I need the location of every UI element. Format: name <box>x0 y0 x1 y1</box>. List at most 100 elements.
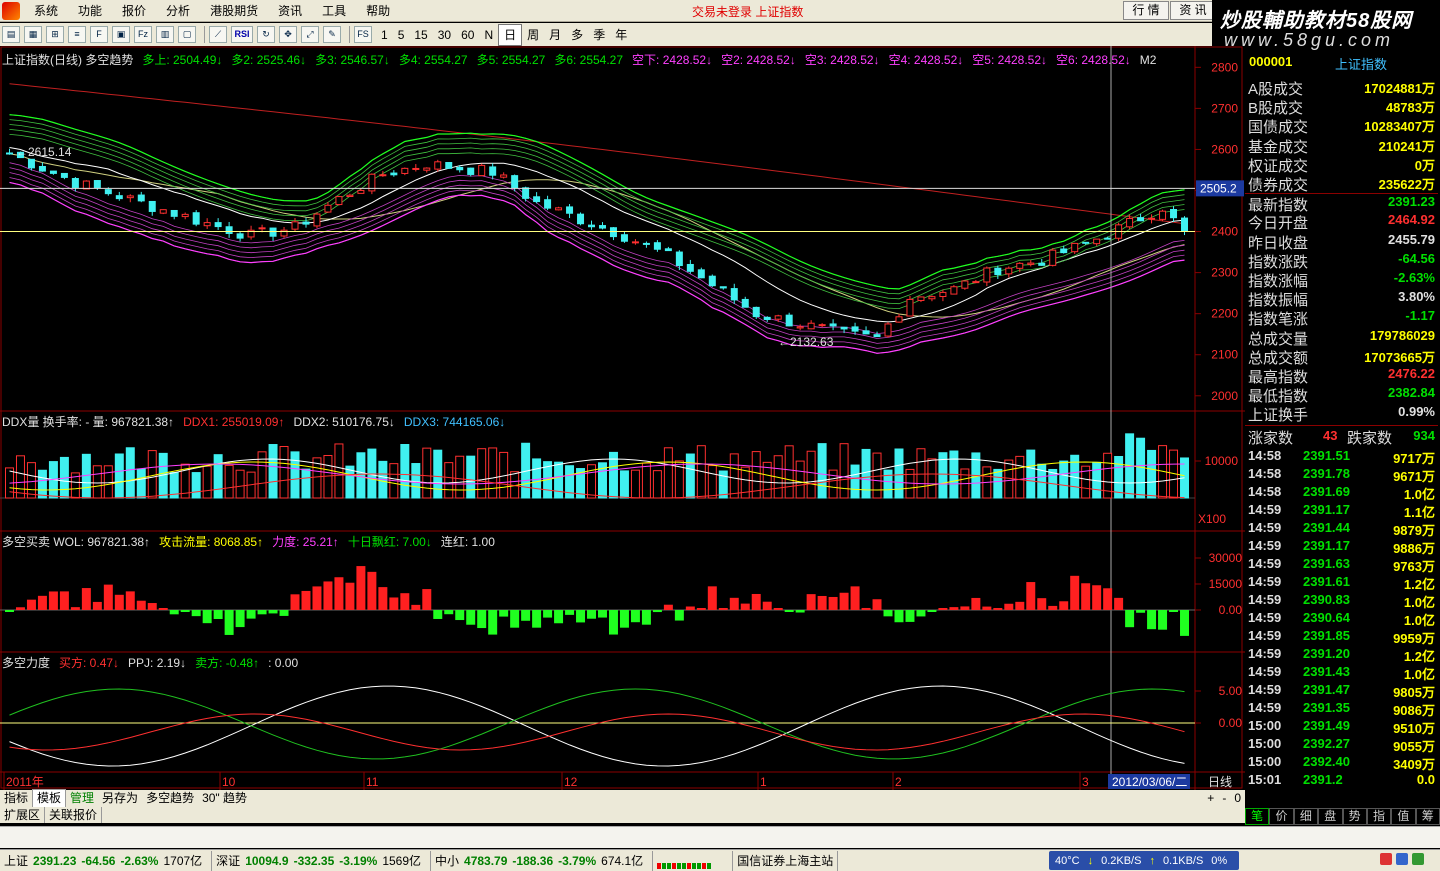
trend-icon[interactable]: ⟋ <box>209 26 227 43</box>
tab-related-quote[interactable]: 关联报价 <box>45 807 103 823</box>
header-item: 空3: 2428.52↓ <box>804 53 880 67</box>
trade-icon[interactable] <box>1412 853 1424 865</box>
y-tick-label: 2400 <box>1211 225 1238 239</box>
ddx-bar <box>290 451 300 499</box>
period-year[interactable]: 年 <box>610 25 632 45</box>
quote-tab[interactable]: 值 <box>1391 808 1416 825</box>
header-item: 空4: 2428.52↓ <box>888 53 964 67</box>
tab-quotes[interactable]: 行 情 <box>1123 1 1169 20</box>
stat-value: 235622万 <box>1378 177 1435 192</box>
ticker-chg: -188.36 <box>512 853 554 868</box>
stat-row: 今日开盘 2464.92 <box>1245 212 1438 232</box>
period-month[interactable]: 月 <box>544 25 566 45</box>
candle-body <box>291 221 299 230</box>
stat-row: B股成交 48783万 <box>1245 97 1438 117</box>
stat-value: -1.17 <box>1405 308 1435 324</box>
menu-info[interactable]: 资讯 <box>268 0 312 22</box>
menu-system[interactable]: 系统 <box>24 0 68 22</box>
menu-analysis[interactable]: 分析 <box>156 0 200 22</box>
period-day[interactable]: 日 <box>498 23 523 46</box>
tick-volume: 3409万 <box>1393 757 1435 772</box>
ddx-bar <box>268 444 278 499</box>
period-5[interactable]: 5 <box>393 25 410 45</box>
period-n[interactable]: N <box>479 25 498 45</box>
quote-tab[interactable]: 细 <box>1293 808 1319 825</box>
buysell-bar <box>1004 603 1014 610</box>
tab-extension[interactable]: 扩展区 <box>0 807 46 823</box>
refresh-icon[interactable]: ↻ <box>257 26 275 43</box>
buysell-bar <box>422 589 432 610</box>
reset-button[interactable]: 0 <box>1230 790 1245 807</box>
zoom-out-button[interactable]: - <box>1218 790 1230 807</box>
list-icon[interactable]: ≡ <box>68 26 86 43</box>
menu-function[interactable]: 功能 <box>68 0 112 22</box>
stat-value: 179786029 <box>1369 327 1435 343</box>
quote-tab[interactable]: 势 <box>1342 808 1367 825</box>
ddx-bar <box>784 445 794 499</box>
tab-save-as[interactable]: 另存为 <box>98 790 142 807</box>
ddx-bar <box>202 465 212 499</box>
tick-time: 14:58 <box>1248 448 1282 463</box>
tick-volume: 1.0亿 <box>1403 595 1435 610</box>
header-item: 空5: 2428.52↓ <box>972 53 1048 67</box>
tab-indicator[interactable]: 指标 <box>0 790 32 807</box>
tab-news[interactable]: 资 讯 <box>1170 1 1216 20</box>
menu-hk-futures[interactable]: 港股期货 <box>200 0 268 22</box>
period-quarter[interactable]: 季 <box>588 25 610 45</box>
tick-price: 2391.2 <box>1303 772 1343 787</box>
window-icon[interactable]: ▢ <box>178 26 196 43</box>
zoom-icon[interactable]: ⤢ <box>301 26 319 43</box>
f10-icon[interactable]: F <box>90 26 108 43</box>
report-icon[interactable]: ▣ <box>112 26 130 43</box>
quote-tab[interactable]: 盘 <box>1318 808 1343 825</box>
app-logo-icon <box>2 1 20 20</box>
buysell-bar <box>48 591 58 610</box>
tick-volume: 9763万 <box>1393 559 1435 574</box>
buysell-bar <box>587 610 596 619</box>
tab-manage[interactable]: 管理 <box>66 790 98 807</box>
period-week[interactable]: 周 <box>522 25 544 45</box>
stat-row: 总成交额 17073665万 <box>1245 347 1438 367</box>
formula-icon[interactable]: Fz <box>134 26 152 43</box>
period-multi[interactable]: 多 <box>566 25 588 45</box>
fs-icon[interactable]: FS <box>354 26 372 43</box>
zoom-in-button[interactable]: + <box>1203 790 1218 807</box>
rsi-icon[interactable]: RSI <box>231 26 253 43</box>
buysell-bar <box>1048 605 1058 610</box>
message-icon[interactable] <box>1396 853 1408 865</box>
menu-quote[interactable]: 报价 <box>112 0 156 22</box>
move-icon[interactable]: ✥ <box>279 26 297 43</box>
quote-tab[interactable]: 筹 <box>1415 808 1440 825</box>
tab-30-trend[interactable]: 30" 趋势 <box>198 790 251 807</box>
layout-icon[interactable]: ▥ <box>156 26 174 43</box>
up-count: 43 <box>1323 428 1338 443</box>
candle-body <box>38 166 46 172</box>
period-15[interactable]: 15 <box>409 25 432 45</box>
quote-tab[interactable]: 笔 <box>1245 808 1270 825</box>
tick-time: 14:59 <box>1248 520 1282 535</box>
quote-tab[interactable]: 指 <box>1366 808 1392 825</box>
tick-time: 15:00 <box>1248 718 1282 733</box>
index-ticker-item[interactable]: 深证 10094.9 -332.35 -3.19% 1569亿 <box>212 850 432 871</box>
ticker-chg: -332.35 <box>293 853 335 868</box>
alert-icon[interactable] <box>1380 853 1392 865</box>
index-ticker-item[interactable]: 中小 4783.79 -188.36 -3.79% 674.1亿 <box>431 850 654 871</box>
menu-tools[interactable]: 工具 <box>312 0 356 22</box>
pencil-icon[interactable]: ✎ <box>323 26 341 43</box>
chart-icon[interactable]: ▤ <box>2 26 20 43</box>
tray-icons <box>1380 853 1424 865</box>
period-30[interactable]: 30 <box>433 25 456 45</box>
buysell-bar <box>290 594 300 610</box>
tab-trend[interactable]: 多空趋势 <box>142 790 198 807</box>
period-1[interactable]: 1 <box>376 25 393 45</box>
candle-body <box>774 315 782 320</box>
quote-tab[interactable]: 价 <box>1269 808 1294 825</box>
candle-body <box>873 334 881 338</box>
candle-body <box>335 196 343 206</box>
grid-icon[interactable]: ⊞ <box>46 26 64 43</box>
tab-template[interactable]: 模板 <box>32 789 67 808</box>
period-60[interactable]: 60 <box>456 25 479 45</box>
table-icon[interactable]: ▦ <box>24 26 42 43</box>
index-ticker-item[interactable]: 上证 2391.23 -64.56 -2.63% 1707亿 <box>0 850 213 871</box>
menu-help[interactable]: 帮助 <box>356 0 400 22</box>
